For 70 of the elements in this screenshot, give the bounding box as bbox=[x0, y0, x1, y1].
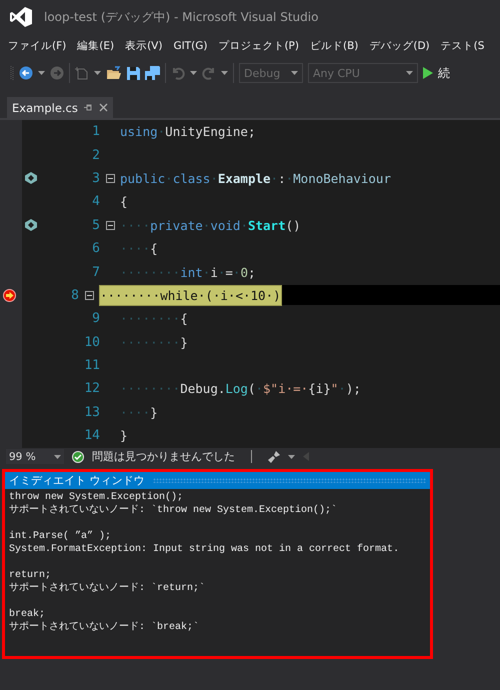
caret-icon[interactable] bbox=[94, 71, 101, 75]
caret-icon[interactable] bbox=[54, 454, 61, 458]
output-line: int.Parse( ”a” ); bbox=[9, 530, 112, 543]
code-line: ········Debug.Log(·$"i·=·{i}"·); bbox=[120, 381, 361, 396]
code-line: public·class·Example·:·MonoBehaviour bbox=[120, 170, 391, 186]
menu-item[interactable]: 編集(E) bbox=[73, 39, 118, 53]
collapse-icon[interactable] bbox=[106, 220, 114, 230]
pin-icon[interactable] bbox=[84, 103, 93, 112]
output-line: サポートされていないノード: `throw new System.Exception();` bbox=[9, 504, 338, 517]
line-number: 14 bbox=[83, 428, 100, 444]
menu-item[interactable]: GIT(G) bbox=[169, 40, 212, 52]
code-line: { bbox=[120, 194, 128, 210]
line-number: 9 bbox=[91, 311, 100, 326]
menu-item[interactable]: テスト(S bbox=[436, 39, 488, 53]
status-message: 問題は見つかりませんでした bbox=[92, 449, 235, 464]
code-line: ····{ bbox=[120, 241, 158, 256]
line-number: 7 bbox=[91, 264, 100, 280]
window-title: loop-test (デバッグ中) - Microsoft Visual Studio bbox=[44, 8, 318, 26]
collapse-icon[interactable] bbox=[106, 174, 114, 183]
line-number: 11 bbox=[83, 358, 100, 374]
line-number: 6 bbox=[91, 241, 100, 256]
menu-item[interactable]: ファイル(F) bbox=[4, 39, 70, 53]
output-line: サポートされていないノード: `return;` bbox=[9, 582, 206, 595]
code-line: ····private·void·Start() bbox=[120, 218, 301, 233]
menu-item[interactable]: ビルド(B) bbox=[306, 39, 362, 53]
caret-icon[interactable] bbox=[38, 71, 45, 75]
output-line: System.FormatException: Input string was not in a correct format. bbox=[9, 543, 400, 556]
document-tab[interactable]: Example.cs bbox=[7, 97, 113, 118]
line-number: 8 bbox=[70, 288, 79, 303]
code-line: ····} bbox=[120, 404, 158, 420]
zoom-dropdown[interactable]: 99 % bbox=[6, 449, 64, 464]
line-number: 13 bbox=[83, 404, 100, 420]
toolbar-grip-icon bbox=[10, 65, 14, 81]
code-line: using·UnityEngine; bbox=[120, 124, 256, 140]
new-item-icon[interactable] bbox=[75, 66, 89, 80]
continue-label[interactable]: 続 bbox=[438, 64, 450, 82]
caret-icon[interactable] bbox=[288, 454, 295, 458]
menu-item[interactable]: 表示(V) bbox=[121, 39, 166, 53]
play-icon[interactable] bbox=[423, 67, 433, 79]
output-line: throw new System.Exception(); bbox=[9, 491, 184, 504]
caret-icon[interactable] bbox=[190, 71, 197, 75]
brush-icon[interactable] bbox=[268, 450, 280, 462]
line-number: 12 bbox=[83, 381, 100, 396]
save-all-icon[interactable] bbox=[145, 66, 160, 80]
output-line: return; bbox=[9, 569, 52, 582]
line-number: 3 bbox=[91, 170, 100, 186]
line-number: 4 bbox=[91, 194, 100, 210]
current-statement: ········while·(·i·<·10·) bbox=[99, 284, 282, 306]
line-number: 5 bbox=[91, 218, 100, 233]
code-line: ········{ bbox=[120, 311, 188, 326]
code-line: } bbox=[120, 428, 128, 444]
menu-item[interactable]: デバッグ(D) bbox=[365, 39, 434, 53]
output-line: break; bbox=[9, 608, 46, 621]
back-icon[interactable] bbox=[19, 66, 33, 80]
open-folder-icon[interactable] bbox=[106, 66, 122, 80]
output-line: サポートされていないノード: `break;` bbox=[9, 621, 200, 634]
tab-label: Example.cs bbox=[12, 100, 78, 114]
panel-title: イミディエイト ウィンドウ bbox=[9, 473, 144, 488]
close-icon[interactable] bbox=[98, 103, 108, 112]
collapse-icon[interactable] bbox=[84, 290, 94, 300]
line-number: 10 bbox=[83, 334, 100, 350]
code-line: ········int·i·=·0; bbox=[120, 264, 256, 280]
code-line: ········} bbox=[120, 334, 188, 350]
line-number: 1 bbox=[91, 124, 100, 140]
save-icon[interactable] bbox=[127, 66, 140, 80]
visual-studio-logo bbox=[10, 7, 32, 27]
line-number: 2 bbox=[91, 148, 100, 163]
check-icon bbox=[72, 450, 84, 462]
caret-icon[interactable] bbox=[221, 71, 228, 75]
menu-item[interactable]: プロジェクト(P) bbox=[214, 39, 303, 53]
